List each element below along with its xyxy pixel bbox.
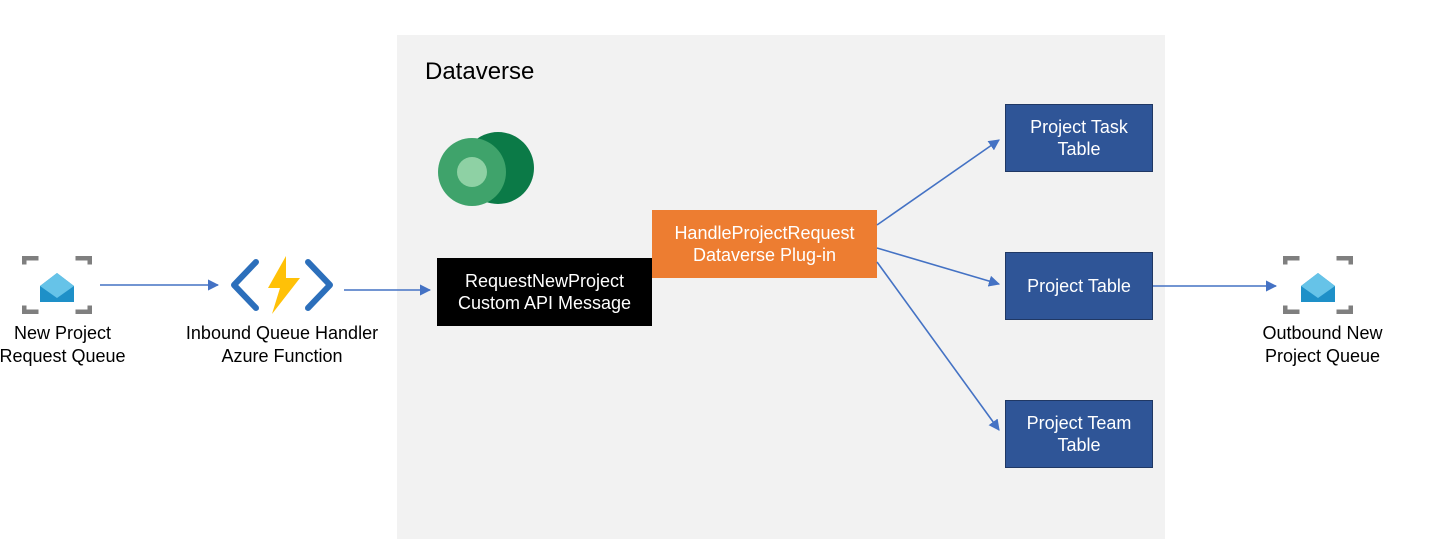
- azure-function-label: Inbound Queue Handler Azure Function: [172, 322, 392, 367]
- project-task-table-box: Project Task Table: [1005, 104, 1153, 172]
- project-table-box: Project Table: [1005, 252, 1153, 320]
- custom-api-label: RequestNewProject Custom API Message: [447, 270, 642, 315]
- project-team-table-box: Project Team Table: [1005, 400, 1153, 468]
- project-task-table-label: Project Task Table: [1016, 116, 1142, 161]
- dataverse-logo-icon: [428, 120, 538, 220]
- plugin-box: HandleProjectRequest Dataverse Plug-in: [652, 210, 877, 278]
- project-team-table-label: Project Team Table: [1016, 412, 1142, 457]
- plugin-label: HandleProjectRequest Dataverse Plug-in: [662, 222, 867, 267]
- outbound-queue-label: Outbound New Project Queue: [1255, 322, 1390, 367]
- queue-icon: [1283, 256, 1353, 314]
- dataverse-title: Dataverse: [425, 58, 534, 86]
- project-table-label: Project Table: [1027, 275, 1131, 298]
- custom-api-box: RequestNewProject Custom API Message: [437, 258, 652, 326]
- queue-icon: [22, 256, 92, 314]
- inbound-queue-label: New Project Request Queue: [0, 322, 130, 367]
- azure-function-icon: [228, 250, 336, 320]
